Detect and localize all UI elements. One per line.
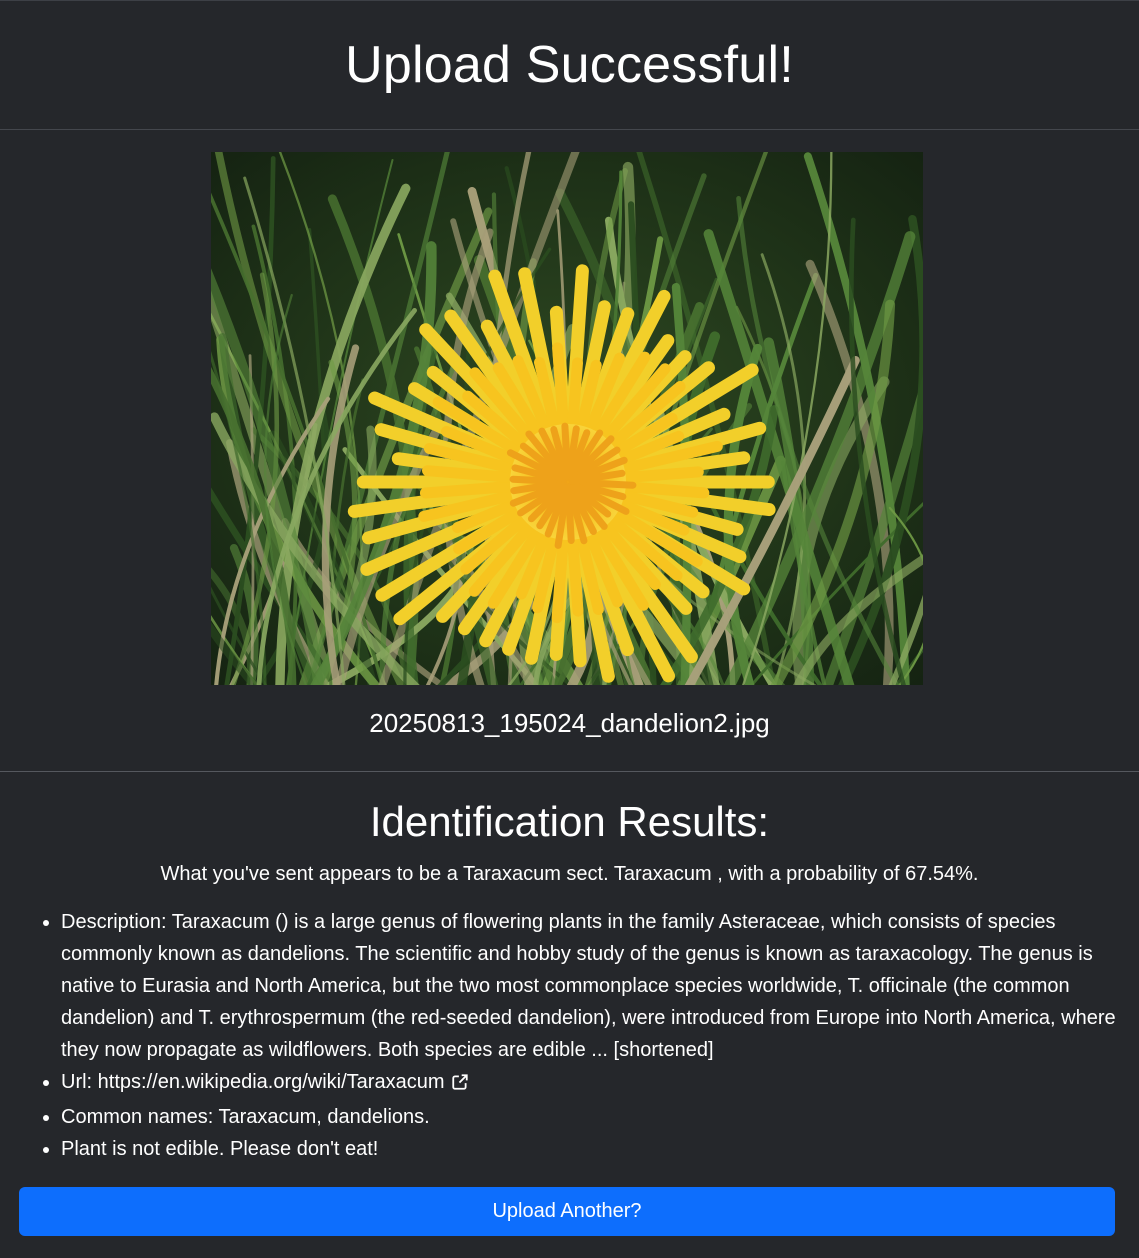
results-summary: What you've sent appears to be a Taraxac… [160,863,979,885]
description-item: Description: Taraxacum () is a large gen… [61,906,1119,1066]
uploaded-photo [211,152,923,685]
results-details-list: Description: Taraxacum () is a large gen… [0,906,1139,1165]
upload-another-button[interactable]: Upload Another? [19,1187,1115,1236]
common-names-item: Common names: Taraxacum, dandelions. [61,1101,1119,1133]
common-names-text: Common names: Taraxacum, dandelions. [61,1106,430,1128]
page-title: Upload Successful! [345,36,794,94]
uploaded-image-section: 20250813_195024_dandelion2.jpg [0,130,1139,772]
edibility-text: Plant is not edible. Please don't eat! [61,1138,379,1160]
url-item: Url: https://en.wikipedia.org/wiki/Tarax… [61,1066,1119,1101]
url-label: Url: [61,1071,98,1093]
identification-results: Identification Results: What you've sent… [0,772,1139,1165]
uploaded-filename: 20250813_195024_dandelion2.jpg [369,708,770,738]
edibility-item: Plant is not edible. Please don't eat! [61,1133,1119,1165]
page: Upload Successful! 20250813_195024_dande… [0,0,1139,1258]
external-link-icon[interactable] [451,1069,469,1101]
results-heading: Identification Results: [369,798,770,845]
wikipedia-link[interactable]: https://en.wikipedia.org/wiki/Taraxacum [98,1071,445,1093]
description-text: Description: Taraxacum () is a large gen… [61,911,1116,1061]
page-header: Upload Successful! [0,1,1139,130]
